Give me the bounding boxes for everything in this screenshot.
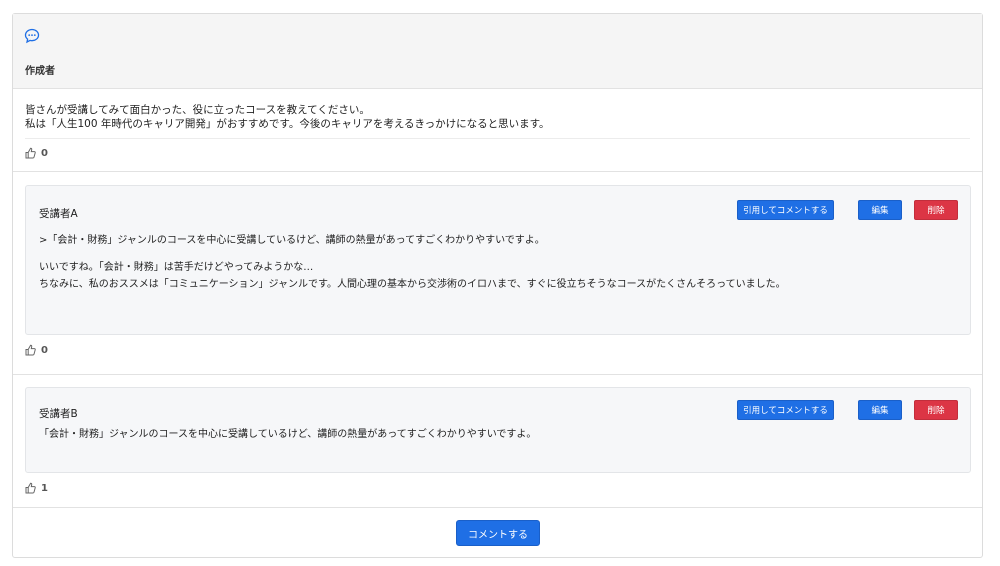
comment-card-b: 受講者B 引用してコメントする 編集 削除 「会計・財務」ジャンルのコースを中心… [25,387,971,473]
post-body: 皆さんが受講してみて面白かった、役に立ったコースを教えてください。 私は「人生1… [25,103,550,131]
add-comment-button[interactable]: コメントする [456,520,540,546]
divider [25,138,970,139]
comment-a-like-count: 0 [41,344,48,356]
comment-quote-line: >「会計・財務」ジャンルのコースを中心に受講しているけど、講師の熱量があってすご… [39,235,545,246]
delete-button[interactable]: 削除 [914,400,958,420]
delete-button[interactable]: 削除 [914,200,958,220]
divider [13,374,982,375]
thread-panel: 作成者 皆さんが受講してみて面白かった、役に立ったコースを教えてください。 私は… [12,13,983,558]
divider [13,507,982,508]
edit-button[interactable]: 編集 [858,400,902,420]
quote-comment-button[interactable]: 引用してコメントする [737,200,834,220]
comment-b-like-count: 1 [41,482,48,494]
post-like-button[interactable]: 0 [25,147,48,159]
post-like-count: 0 [41,147,48,159]
comment-line: いいですね。「会計・財務」は苦手だけどやってみようかな… [39,262,314,273]
thread-header: 作成者 [13,14,982,89]
comment-author: 受講者B [39,408,78,420]
post-line: 私は「人生100 年時代のキャリア開発」がおすすめです。今後のキャリアを考えるき… [25,118,550,130]
comment-card-a: 受講者A 引用してコメントする 編集 削除 >「会計・財務」ジャンルのコースを中… [25,185,971,335]
post-line: 皆さんが受講してみて面白かった、役に立ったコースを教えてください。 [25,104,370,116]
thumbs-up-icon [25,147,36,159]
comment-a-like-button[interactable]: 0 [25,344,48,356]
divider [13,171,982,172]
quote-comment-button[interactable]: 引用してコメントする [737,400,834,420]
edit-button[interactable]: 編集 [858,200,902,220]
comment-b-like-button[interactable]: 1 [25,482,48,494]
thumbs-up-icon [25,482,36,494]
thumbs-up-icon [25,344,36,356]
chat-bubble-icon [24,28,40,44]
comment-line: 「会計・財務」ジャンルのコースを中心に受講しているけど、講師の熱量があってすごく… [39,429,537,440]
comment-line: ちなみに、私のおススメは「コミュニケーション」ジャンルです。人間心理の基本から交… [39,279,786,290]
comment-author: 受講者A [39,208,78,220]
post-author-label: 作成者 [25,66,55,77]
